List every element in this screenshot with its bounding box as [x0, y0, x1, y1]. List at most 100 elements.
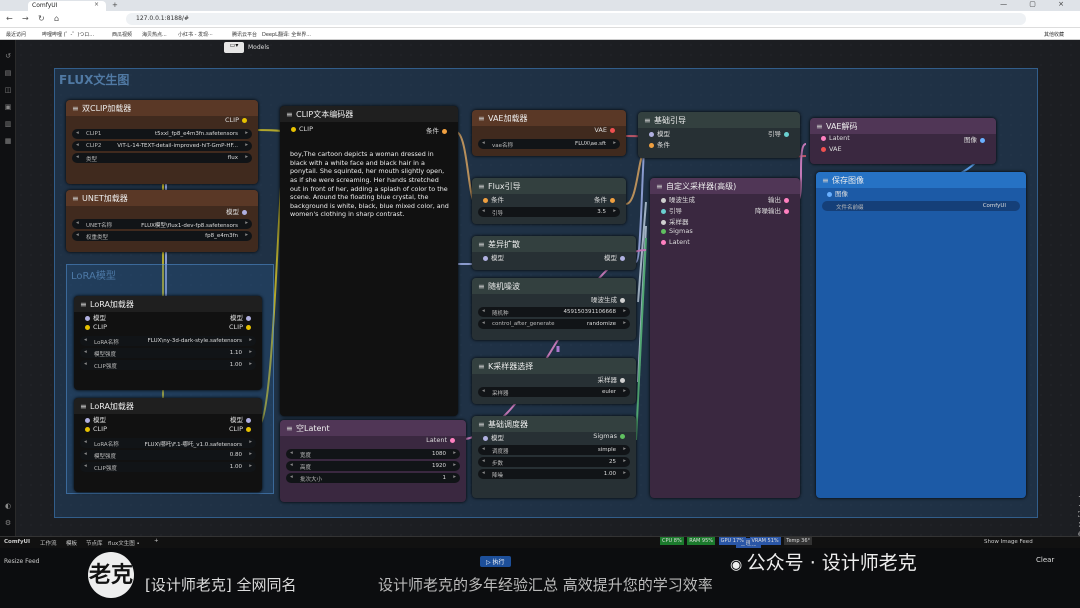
history-icon[interactable]: ↺: [3, 52, 13, 62]
tab-flux-workflow[interactable]: flux文生图 •: [108, 539, 140, 547]
node-ksampler-select[interactable]: ≡ K采样器选择 采样器 ◂ 采样器 euler ▸: [472, 358, 636, 404]
bookmark[interactable]: 哔哩哔哩 (゜-゜)つロ...: [42, 31, 94, 38]
node-clip-text-encoder[interactable]: ≡ CLIP文本编码器 CLIP 条件 boy,The cartoon depict…: [280, 106, 458, 416]
node-header[interactable]: ≡ 差异扩散: [472, 236, 636, 252]
node-header[interactable]: ≡ 自定义采样器(高级): [650, 178, 800, 194]
clear-button[interactable]: Clear: [1036, 556, 1054, 564]
node-header[interactable]: ≡ UNET加载器: [66, 190, 258, 206]
output-latent[interactable]: 输出: [768, 194, 792, 204]
bookmark[interactable]: DeepL翻译: 全世界...: [262, 31, 311, 38]
output-conditioning[interactable]: 条件: [426, 125, 450, 135]
settings-gear-icon[interactable]: ⚙: [3, 519, 13, 529]
widget-control-after-generate[interactable]: ◂ control_after_generate randomize ▸: [478, 319, 630, 329]
widget-lora-name[interactable]: ◂ LoRA名称 FLUX\ny-3d-dark-style.safetensors…: [80, 336, 256, 346]
output-model[interactable]: 模型: [230, 414, 254, 424]
node-flux-guidance[interactable]: ≡ Flux引导 条件 条件 ◂ 引导 3.5 ▸: [472, 178, 626, 224]
node-empty-latent[interactable]: ≡ 空Latent Latent ◂ 宽度 1080 ▸ ◂ 高度 1920 ▸ ◂ 批次大小 1…: [280, 420, 466, 502]
node-header[interactable]: ≡ K采样器选择: [472, 358, 636, 374]
home-icon[interactable]: ⌂: [54, 14, 59, 23]
input-sigmas[interactable]: Sigmas: [658, 227, 693, 235]
widget-width[interactable]: ◂ 宽度 1080 ▸: [286, 449, 460, 459]
widget-lora-name[interactable]: ◂ LoRA名称 FLUX\哪吒\F.1-哪吒_v1.0.safetensors ▸: [80, 438, 256, 448]
node-vae-loader[interactable]: ≡ VAE加载器 VAE ◂ vae名称 FLUX\ae.sft ▸: [472, 110, 626, 156]
widget-clip-strength[interactable]: ◂ CLIP强度 1.00 ▸: [80, 360, 256, 370]
bookmark[interactable]: 最近访问: [6, 31, 26, 38]
prompt-textarea[interactable]: boy,The cartoon depicts a woman dressed …: [290, 150, 450, 219]
input-latent[interactable]: Latent: [658, 238, 690, 246]
bookmark[interactable]: 腾讯云平台: [232, 31, 257, 38]
reload-icon[interactable]: ↻: [38, 14, 45, 23]
tab-nodes[interactable]: 节点库: [86, 539, 103, 547]
input-model[interactable]: 模型: [480, 252, 504, 262]
node-header[interactable]: ≡ CLIP文本编码器: [280, 106, 458, 122]
queue-icon[interactable]: ▤: [3, 69, 13, 79]
back-icon[interactable]: ←: [6, 14, 13, 23]
input-guider[interactable]: 引导: [658, 205, 682, 215]
node-save-image[interactable]: ≡ 保存图像 图像 文件名前缀 ComfyUI: [816, 172, 1026, 498]
input-clip[interactable]: CLIP: [82, 323, 107, 331]
input-model[interactable]: 模型: [480, 432, 504, 442]
widget-height[interactable]: ◂ 高度 1920 ▸: [286, 461, 460, 471]
node-header[interactable]: ≡ VAE加载器: [472, 110, 626, 126]
node-custom-sampler-advanced[interactable]: ≡ 自定义采样器(高级) 噪波生成 输出 引导 降噪输出 采样器 Sigmas Lat…: [650, 178, 800, 498]
show-image-feed-button[interactable]: Show Image Feed: [984, 539, 1033, 545]
bookmark[interactable]: ...: [208, 31, 213, 37]
output-model[interactable]: 模型: [604, 252, 628, 262]
node-lora-loader-2[interactable]: ≡ LoRA加载器 模型 模型 CLIP CLIP ◂ LoRA名称 FLUX\哪吒\F.…: [74, 398, 262, 492]
output-clip[interactable]: CLIP: [225, 116, 250, 124]
widget-clip1[interactable]: ◂ CLIP1 t5xxl_fp8_e4m3fn.safetensors ▸: [72, 129, 252, 139]
output-latent[interactable]: Latent: [426, 436, 458, 444]
models-icon[interactable]: ▣: [3, 103, 13, 113]
output-model[interactable]: 模型: [230, 312, 254, 322]
output-conditioning[interactable]: 条件: [594, 194, 618, 204]
output-vae[interactable]: VAE: [594, 126, 618, 134]
input-latent[interactable]: Latent: [818, 134, 850, 142]
workflows-icon[interactable]: ▥: [3, 120, 13, 130]
widget-steps[interactable]: ◂ 步数 25 ▸: [478, 457, 630, 467]
widget-clip-strength[interactable]: ◂ CLIP强度 1.00 ▸: [80, 462, 256, 472]
output-sampler[interactable]: 采样器: [598, 374, 629, 384]
window-controls[interactable]: — ▢ ×: [1000, 0, 1074, 8]
resize-feed-button[interactable]: Resize Feed: [4, 558, 39, 565]
node-basic-guider[interactable]: ≡ 基础引导 模型 引导 条件: [638, 112, 800, 158]
graph-canvas[interactable]: ▭▾ Models FLUX文生图 LoRA模型 ≡ 双CLIP加载器 CLIP …: [16, 40, 1080, 538]
bookmark[interactable]: 小红书 - 发现: [178, 31, 208, 38]
forward-icon[interactable]: →: [22, 14, 29, 23]
tab-workflow[interactable]: 工作流: [40, 539, 57, 547]
bookmark[interactable]: 西瓜视频: [112, 31, 132, 38]
widget-vae-name[interactable]: ◂ vae名称 FLUX\ae.sft ▸: [478, 139, 620, 149]
input-vae[interactable]: VAE: [818, 145, 842, 153]
tab-templates[interactable]: 模板: [66, 539, 77, 547]
widget-filename-prefix[interactable]: 文件名前缀 ComfyUI: [822, 201, 1020, 211]
widget-batch-size[interactable]: ◂ 批次大小 1 ▸: [286, 473, 460, 483]
new-tab-icon[interactable]: +: [112, 1, 118, 9]
input-model[interactable]: 模型: [646, 128, 670, 138]
node-unet-loader[interactable]: ≡ UNET加载器 模型 ◂ UNET名称 FLUX模型\flux1-dev-fp8.…: [66, 190, 258, 252]
input-clip[interactable]: CLIP: [288, 125, 313, 133]
widget-weight-type[interactable]: ◂ 权重类型 fp8_e4m3fn ▸: [72, 231, 252, 241]
node-dual-clip-loader[interactable]: ≡ 双CLIP加载器 CLIP ◂ CLIP1 t5xxl_fp8_e4m3fn.sa…: [66, 100, 258, 184]
widget-denoise[interactable]: ◂ 降噪 1.00 ▸: [478, 469, 630, 479]
widget-scheduler[interactable]: ◂ 调度器 simple ▸: [478, 445, 630, 455]
input-model[interactable]: 模型: [82, 414, 106, 424]
input-clip[interactable]: CLIP: [82, 425, 107, 433]
node-basic-scheduler[interactable]: ≡ 基础调度器 模型 Sigmas ◂ 调度器 simple ▸ ◂ 步数 25 ▸ ◂ 降噪 1.…: [472, 416, 636, 498]
run-button[interactable]: ▷ 执行: [480, 556, 511, 567]
node-header[interactable]: ≡ Flux引导: [472, 178, 626, 194]
node-header[interactable]: ≡ LoRA加载器: [74, 296, 262, 312]
widget-unet-name[interactable]: ◂ UNET名称 FLUX模型\flux1-dev-fp8.safetensors ▸: [72, 219, 252, 229]
input-conditioning[interactable]: 条件: [480, 194, 504, 204]
bookmark[interactable]: 海贝热点...: [142, 31, 167, 38]
node-header[interactable]: ≡ 保存图像: [816, 172, 1026, 188]
close-tab-icon[interactable]: ×: [94, 1, 99, 8]
node-header[interactable]: ≡ 随机噪波: [472, 278, 636, 294]
input-model[interactable]: 模型: [82, 312, 106, 322]
node-differential-diffusion[interactable]: ≡ 差异扩散 模型 模型: [472, 236, 636, 270]
output-guider[interactable]: 引导: [768, 128, 792, 138]
widget-guidance[interactable]: ◂ 引导 3.5 ▸: [478, 207, 620, 217]
url-field[interactable]: 127.0.0.1:8188/#: [126, 13, 1026, 25]
node-header[interactable]: ≡ LoRA加载器: [74, 398, 262, 414]
widget-model-strength[interactable]: ◂ 模型强度 0.80 ▸: [80, 450, 256, 460]
output-noise[interactable]: 噪波生成: [591, 294, 628, 304]
output-sigmas[interactable]: Sigmas: [593, 432, 628, 440]
